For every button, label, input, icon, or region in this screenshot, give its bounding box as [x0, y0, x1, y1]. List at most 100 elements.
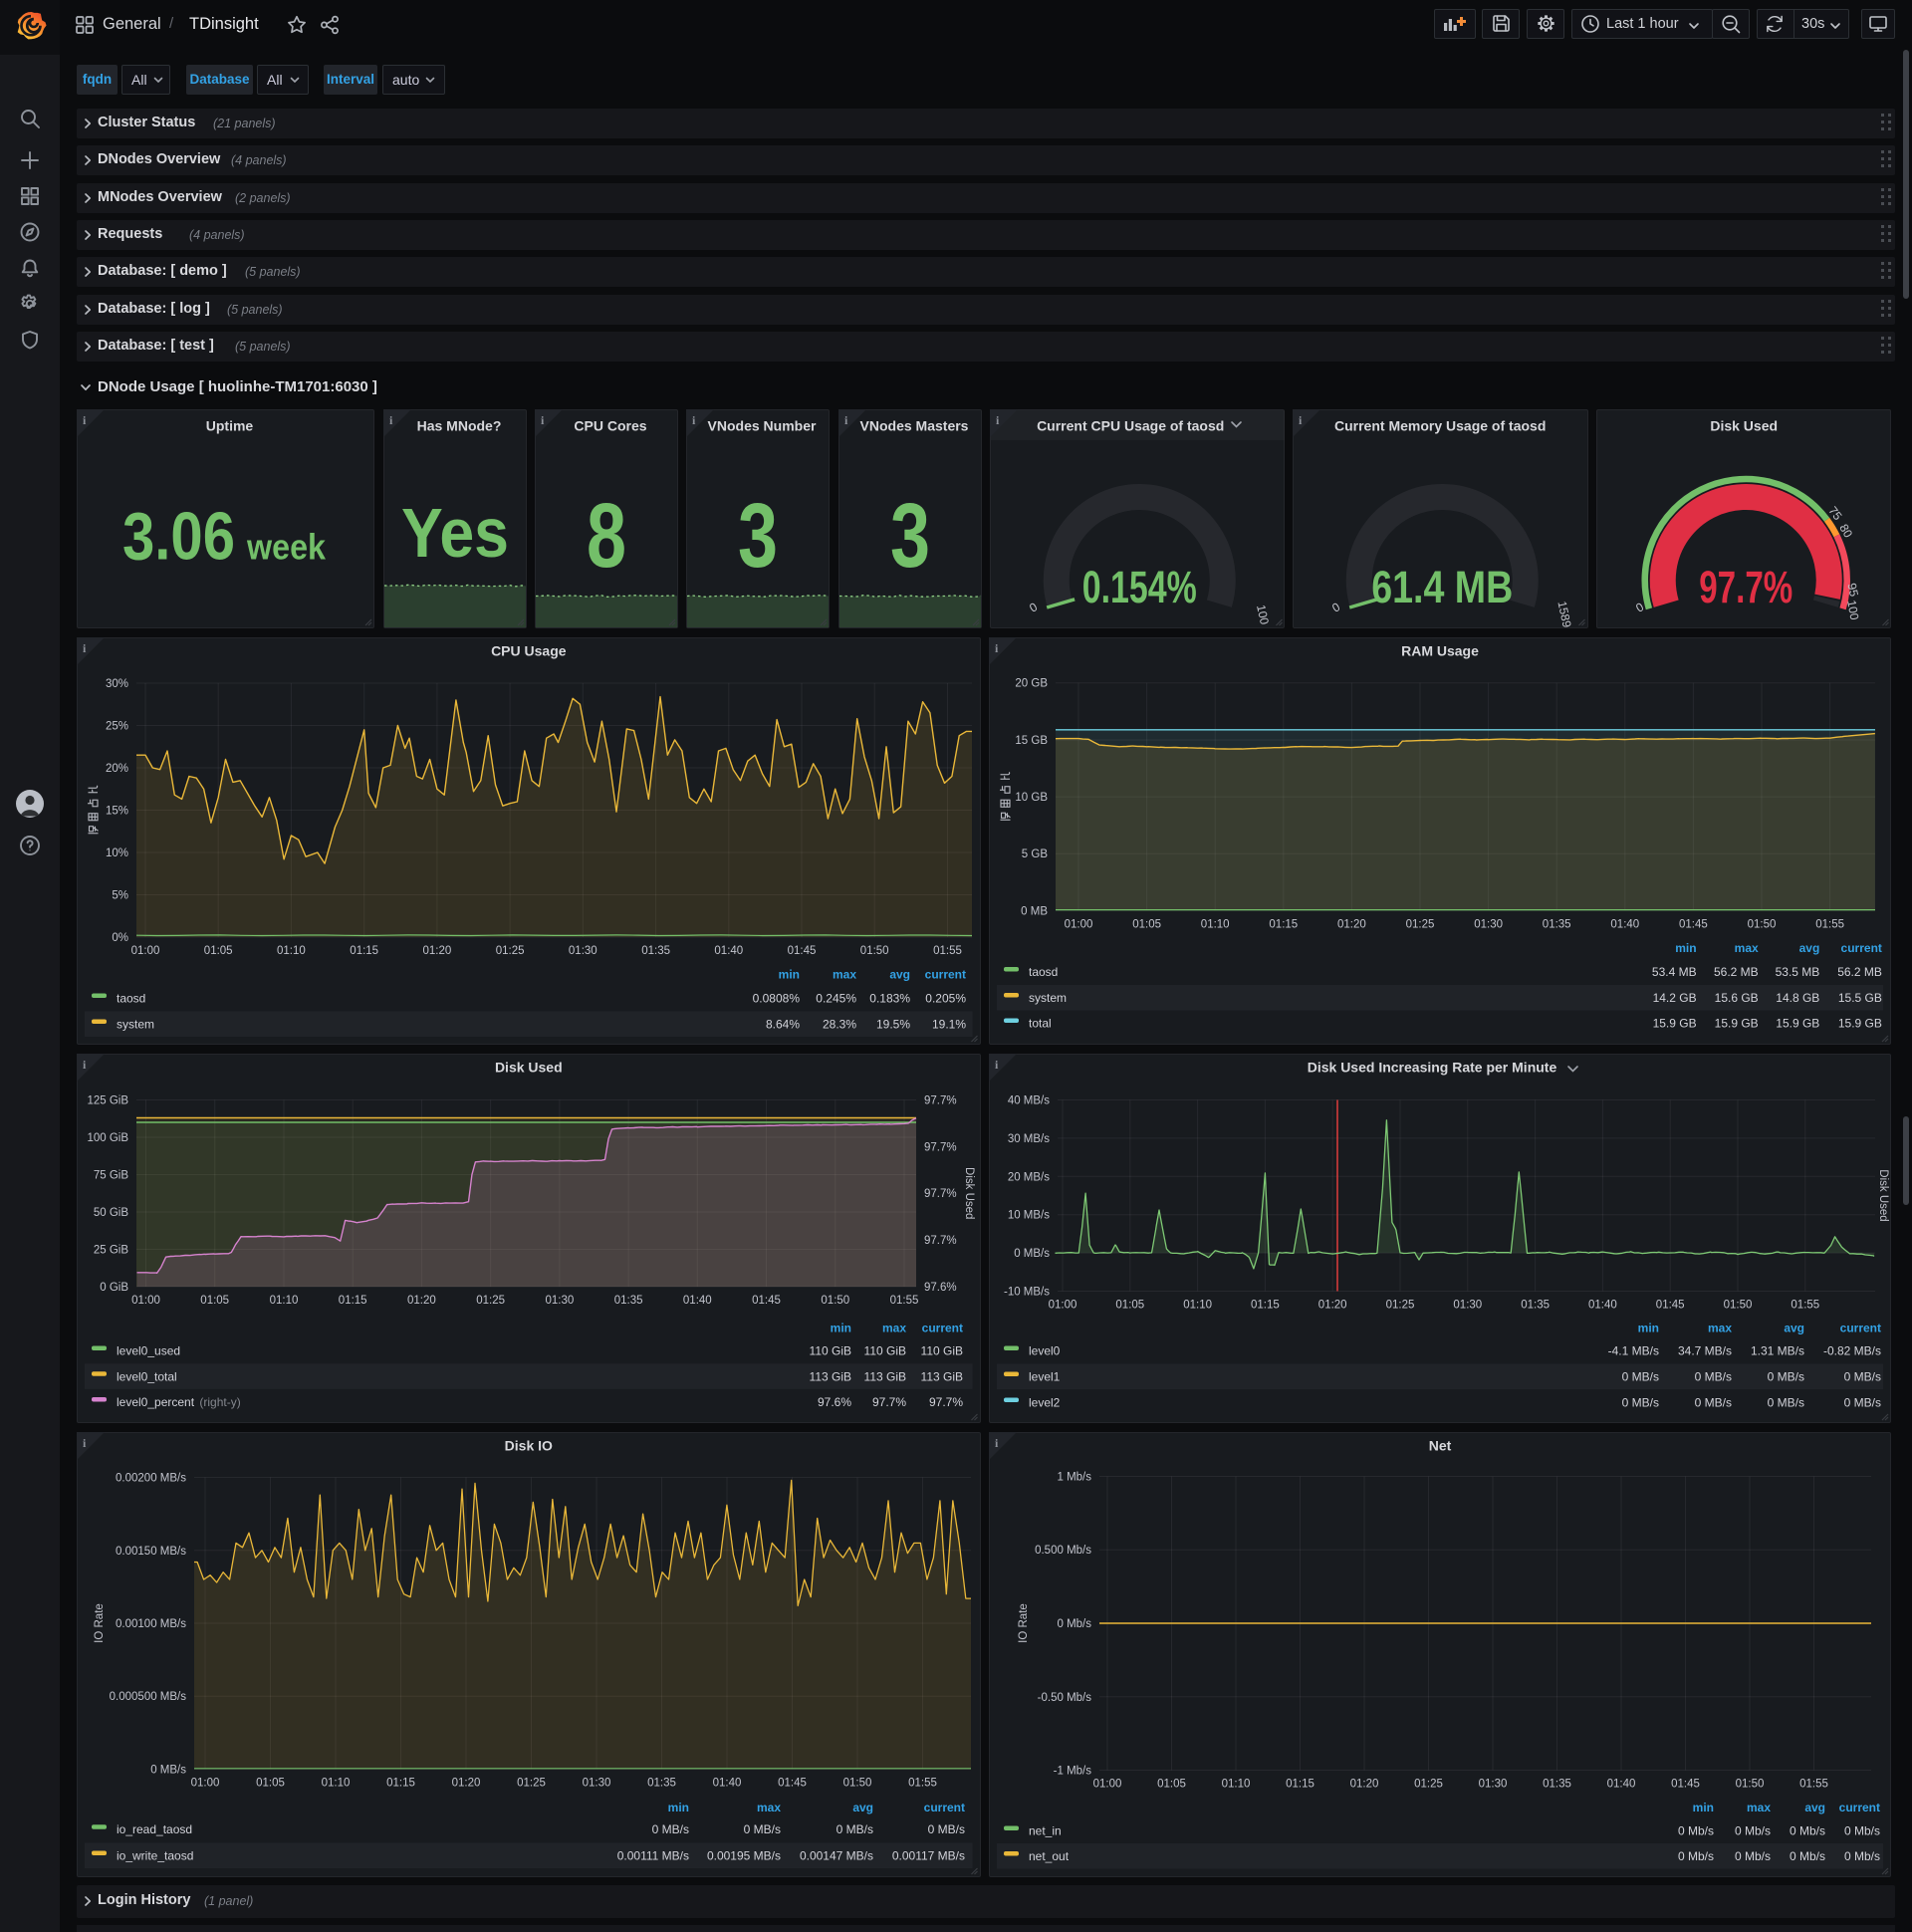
svg-text:0%: 0%	[112, 932, 128, 944]
svg-text:19.1%: 19.1%	[932, 1018, 966, 1032]
svg-text:Current Memory Usage of taosd: Current Memory Usage of taosd	[1334, 418, 1546, 434]
svg-text:01:50: 01:50	[860, 945, 889, 957]
svg-text:15.9 GB: 15.9 GB	[1653, 1017, 1697, 1031]
svg-text:current: current	[1839, 1800, 1880, 1813]
svg-text:max: max	[1747, 1800, 1771, 1813]
svg-text:Disk Used: Disk Used	[1877, 1169, 1889, 1221]
svg-text:0 Mb/s: 0 Mb/s	[1678, 1849, 1714, 1863]
svg-text:01:40: 01:40	[1610, 918, 1639, 930]
svg-text:01:20: 01:20	[1318, 1299, 1347, 1311]
svg-text:01:40: 01:40	[714, 945, 743, 957]
svg-text:-0.50 Mb/s: -0.50 Mb/s	[1038, 1691, 1092, 1703]
svg-text:19.5%: 19.5%	[876, 1018, 910, 1032]
svg-text:8: 8	[587, 485, 626, 587]
svg-text:0.154%: 0.154%	[1081, 562, 1196, 612]
svg-text:01:35: 01:35	[647, 1777, 676, 1789]
svg-text:max: max	[757, 1800, 781, 1813]
svg-text:97.7%: 97.7%	[924, 1188, 957, 1200]
svg-text:0.205%: 0.205%	[925, 992, 966, 1006]
svg-text:01:25: 01:25	[1406, 918, 1435, 930]
svg-text:max: max	[882, 1321, 906, 1334]
svg-text:15.9 GB: 15.9 GB	[1776, 1017, 1819, 1031]
svg-text:25 GiB: 25 GiB	[94, 1244, 128, 1256]
svg-text:min: min	[1693, 1800, 1714, 1813]
svg-text:avg: avg	[889, 968, 910, 982]
svg-text:net_out: net_out	[1029, 1849, 1070, 1863]
svg-text:25%: 25%	[106, 721, 128, 733]
svg-text:0 MB/s: 0 MB/s	[150, 1764, 186, 1776]
svg-text:01:40: 01:40	[1607, 1778, 1636, 1790]
svg-text:Disk Used: Disk Used	[1710, 418, 1778, 434]
svg-text:61.4 MB: 61.4 MB	[1371, 562, 1513, 612]
svg-text:01:20: 01:20	[407, 1295, 436, 1307]
svg-text:01:45: 01:45	[1679, 918, 1708, 930]
svg-text:0 MB/s: 0 MB/s	[1622, 1369, 1659, 1383]
svg-text:01:25: 01:25	[476, 1295, 505, 1307]
svg-text:avg: avg	[852, 1800, 873, 1813]
svg-text:5%: 5%	[112, 890, 128, 902]
svg-text:Current CPU Usage of taosd: Current CPU Usage of taosd	[1037, 418, 1224, 434]
svg-text:level0_used: level0_used	[117, 1343, 180, 1357]
svg-text:01:10: 01:10	[1183, 1299, 1212, 1311]
svg-text:1.31 MB/s: 1.31 MB/s	[1751, 1343, 1804, 1357]
svg-text:min: min	[831, 1321, 851, 1334]
svg-text:VNodes Number: VNodes Number	[708, 418, 817, 434]
svg-text:97.7%: 97.7%	[924, 1141, 957, 1153]
svg-text:15.9 GB: 15.9 GB	[1715, 1017, 1759, 1031]
svg-text:01:40: 01:40	[713, 1777, 742, 1789]
svg-text:01:20: 01:20	[1350, 1778, 1379, 1790]
svg-text:0.00200 MB/s: 0.00200 MB/s	[116, 1472, 186, 1484]
svg-text:01:10: 01:10	[1222, 1778, 1251, 1790]
svg-text:01:05: 01:05	[1132, 918, 1161, 930]
svg-text:14.2 GB: 14.2 GB	[1653, 991, 1697, 1005]
svg-text:level1: level1	[1029, 1369, 1061, 1383]
svg-text:avg: avg	[1804, 1800, 1825, 1813]
svg-text:current: current	[922, 1321, 963, 1334]
svg-text:01:35: 01:35	[1543, 918, 1571, 930]
svg-text:01:45: 01:45	[788, 945, 817, 957]
svg-text:01:00: 01:00	[1049, 1299, 1077, 1311]
svg-text:01:55: 01:55	[933, 945, 962, 957]
svg-text:15 GB: 15 GB	[1015, 735, 1048, 747]
svg-text:0 MB/s: 0 MB/s	[1768, 1369, 1804, 1383]
svg-text:01:35: 01:35	[1543, 1778, 1571, 1790]
svg-text:CPU Usage: CPU Usage	[491, 643, 567, 659]
svg-text:100: 100	[1844, 599, 1861, 620]
svg-text:95: 95	[1844, 582, 1861, 598]
svg-text:125 GiB: 125 GiB	[87, 1094, 128, 1106]
svg-text:0 MB: 0 MB	[1021, 905, 1048, 917]
svg-text:io_read_taosd: io_read_taosd	[117, 1822, 192, 1836]
svg-text:taosd: taosd	[117, 992, 145, 1006]
svg-text:40 MB/s: 40 MB/s	[1008, 1094, 1050, 1106]
svg-text:taosd: taosd	[1029, 965, 1058, 979]
svg-text:min: min	[1675, 941, 1696, 955]
svg-text:-1 Mb/s: -1 Mb/s	[1054, 1765, 1092, 1777]
svg-text:current: current	[1840, 1321, 1881, 1334]
svg-text:53.4 MB: 53.4 MB	[1652, 965, 1697, 979]
svg-text:3: 3	[738, 485, 778, 587]
svg-text:15.6 GB: 15.6 GB	[1715, 991, 1759, 1005]
svg-text:28.3%: 28.3%	[823, 1018, 856, 1032]
svg-text:0 MB/s: 0 MB/s	[1014, 1248, 1050, 1260]
svg-text:01:10: 01:10	[277, 945, 306, 957]
svg-text:20 GB: 20 GB	[1015, 678, 1048, 690]
svg-text:01:25: 01:25	[517, 1777, 546, 1789]
svg-text:net_in: net_in	[1029, 1823, 1062, 1837]
svg-text:0 MB/s: 0 MB/s	[836, 1822, 873, 1836]
svg-text:CPU Cores: CPU Cores	[574, 418, 646, 434]
svg-text:0 GiB: 0 GiB	[100, 1282, 128, 1294]
svg-text:01:15: 01:15	[339, 1295, 367, 1307]
svg-text:Disk Used: Disk Used	[963, 1167, 975, 1219]
svg-text:01:05: 01:05	[204, 945, 233, 957]
svg-text:15.5 GB: 15.5 GB	[1838, 991, 1882, 1005]
svg-text:01:50: 01:50	[1736, 1778, 1765, 1790]
svg-text:0.00111 MB/s: 0.00111 MB/s	[617, 1848, 689, 1862]
svg-text:0 MB/s: 0 MB/s	[1695, 1369, 1732, 1383]
svg-text:01:50: 01:50	[1748, 918, 1777, 930]
svg-text:01:50: 01:50	[821, 1295, 849, 1307]
svg-text:01:50: 01:50	[1724, 1299, 1753, 1311]
svg-text:01:55: 01:55	[908, 1777, 937, 1789]
svg-text:14.8 GB: 14.8 GB	[1776, 991, 1819, 1005]
svg-text:total: total	[1029, 1017, 1052, 1031]
svg-text:3: 3	[890, 485, 930, 587]
